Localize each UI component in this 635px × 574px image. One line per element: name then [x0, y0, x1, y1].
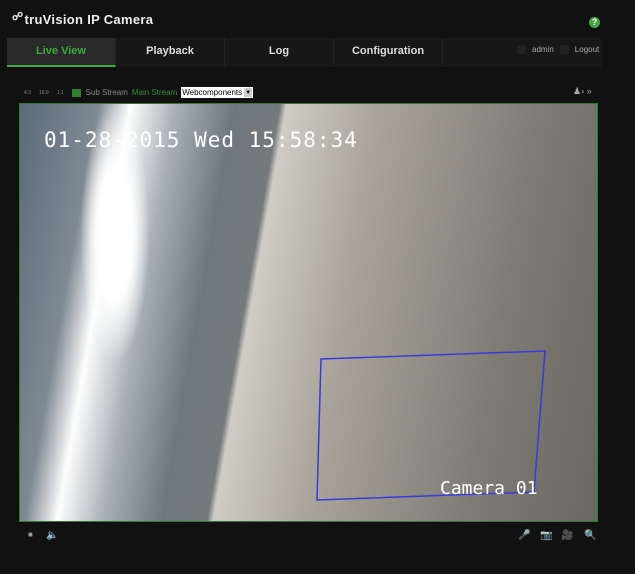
- chevron-down-icon: ▼: [244, 88, 253, 97]
- tab-live-view[interactable]: Live View: [7, 38, 116, 67]
- main-nav: Live View Playback Log Configuration: [7, 38, 602, 67]
- ratio-4-3-button[interactable]: 4:3: [24, 90, 31, 96]
- fit-window-icon[interactable]: [71, 88, 81, 97]
- ptz-toggle-icon[interactable]: ♟› »: [573, 86, 592, 97]
- app-title: IP Camera: [87, 12, 154, 27]
- osd-camera-name: Camera 01: [440, 478, 538, 499]
- motion-box: [316, 350, 546, 501]
- ratio-1-1-button[interactable]: 1:1: [57, 90, 64, 96]
- tab-playback[interactable]: Playback: [116, 38, 225, 67]
- username: admin: [532, 45, 554, 54]
- audio-mute-icon[interactable]: 🔈: [46, 530, 58, 541]
- plugin-select[interactable]: Webcomponents ▼: [181, 87, 254, 98]
- user-icon: [517, 45, 526, 54]
- microphone-icon[interactable]: 🎤: [518, 530, 530, 541]
- logo: ☍truVision IP Camera: [12, 11, 154, 27]
- main-stream-button[interactable]: Main Stream: [132, 88, 177, 97]
- help-icon[interactable]: ?: [589, 17, 600, 28]
- logout-icon[interactable]: [559, 45, 569, 54]
- ratio-16-9-button[interactable]: 16:9: [39, 90, 49, 96]
- record-icon[interactable]: 🎥: [561, 530, 573, 541]
- tab-log[interactable]: Log: [225, 38, 334, 67]
- live-toolbar: 4:3 16:9 1:1 Sub Stream Main Stream Webc…: [24, 87, 254, 98]
- video-viewport[interactable]: 01-28-2015 Wed 15:58:34 Camera 01: [19, 103, 598, 522]
- plugin-select-value: Webcomponents: [182, 88, 243, 97]
- playback-controls: ■ 🔈 🎤 📷 🎥 🔍: [28, 530, 598, 544]
- tab-configuration[interactable]: Configuration: [334, 38, 443, 67]
- user-area: admin Logout: [517, 45, 599, 54]
- camera-snapshot-icon[interactable]: 📷: [540, 530, 552, 541]
- stop-icon[interactable]: ■: [28, 530, 33, 539]
- logout-button[interactable]: Logout: [575, 45, 599, 54]
- logo-icon: ☍: [12, 11, 24, 23]
- brand: truVision: [24, 12, 84, 27]
- sub-stream-button[interactable]: Sub Stream: [86, 88, 128, 97]
- zoom-icon[interactable]: 🔍: [584, 530, 596, 541]
